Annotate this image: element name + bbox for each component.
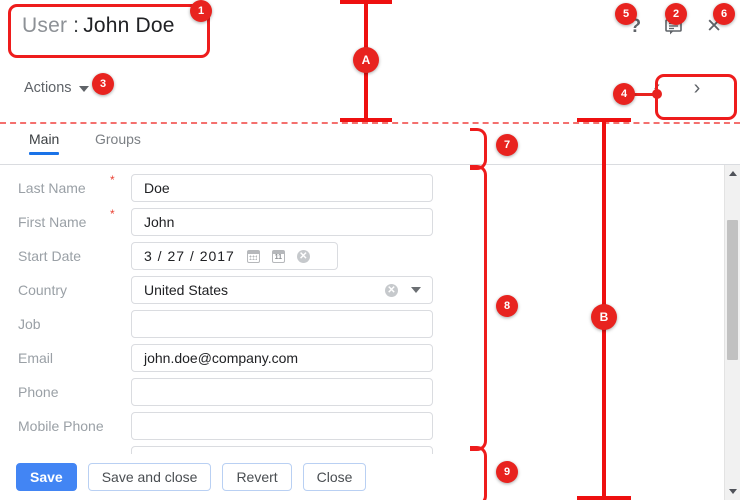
form-row-country: Country United States ✕ (0, 273, 724, 307)
annotation-cap-b-top (577, 118, 631, 122)
mobile-phone-input[interactable] (131, 412, 433, 440)
comment-icon-svg (665, 18, 682, 34)
field-label-first-name: First Name (18, 214, 87, 230)
form-scrollbar[interactable] (724, 165, 740, 500)
start-date-value: 3 / 27 / 2017 (144, 248, 235, 264)
record-navigation-group: ‹ › (636, 74, 718, 102)
close-icon[interactable]: ✕ (706, 17, 722, 36)
chevron-down-icon (78, 86, 89, 92)
calendar-icon-grid (249, 255, 258, 260)
clear-start-date-icon[interactable]: ✕ (296, 249, 310, 263)
field-label-job: Job (18, 316, 41, 332)
header-icon-group: ? ✕ (629, 17, 722, 36)
form-row-email: Email john.doe@company.com (0, 341, 724, 375)
first-name-input[interactable]: John (131, 208, 433, 236)
chevron-down-icon[interactable] (411, 287, 421, 293)
form-row-first-name: First Name * John (0, 205, 724, 239)
triangle-up-icon (728, 171, 737, 176)
page-title-separator: : (73, 14, 80, 37)
first-name-value: John (144, 214, 175, 230)
tab-main[interactable]: Main (29, 131, 60, 155)
calendar-day-number: 11 (274, 254, 283, 261)
form-row-mobile-phone: Mobile Phone (0, 409, 724, 443)
calendar-day-icon[interactable]: 11 (271, 249, 285, 263)
page-title-value: John Doe (83, 14, 175, 37)
tab-bar: Main Groups (0, 131, 740, 164)
field-label-country: Country (18, 282, 68, 298)
user-detail-window: User: John Doe ? ✕ Actions ‹ › Main Grou… (0, 0, 740, 500)
actions-dropdown-label: Actions (24, 80, 72, 96)
revert-button[interactable]: Revert (222, 463, 292, 491)
window-header: User: John Doe ? ✕ (0, 0, 740, 60)
form-row-last-name: Last Name * Doe (0, 171, 724, 205)
job-input[interactable] (131, 310, 433, 338)
form-action-bar: Save Save and close Revert Close (0, 454, 724, 500)
field-label-last-name: Last Name (18, 180, 86, 196)
form-row-phone: Phone (0, 375, 724, 409)
scroll-down-button[interactable] (725, 483, 740, 500)
annotation-cap-a-bottom (340, 118, 392, 122)
scroll-up-button[interactable] (725, 165, 740, 182)
save-and-close-button[interactable]: Save and close (87, 463, 212, 491)
annotation-dashed-line (0, 122, 740, 124)
previous-record-button[interactable]: ‹ (646, 78, 668, 98)
start-date-input[interactable]: 3 / 27 / 2017 11 ✕ (131, 242, 338, 270)
calendar-icon[interactable] (246, 249, 260, 263)
next-record-button[interactable]: › (686, 78, 708, 98)
triangle-down-icon (728, 489, 737, 494)
comment-icon[interactable] (665, 18, 682, 35)
field-label-mobile-phone: Mobile Phone (18, 418, 104, 434)
close-button[interactable]: Close (302, 463, 367, 491)
email-value: john.doe@company.com (144, 350, 299, 366)
required-marker-first-name: * (110, 207, 115, 221)
page-title: User: John Doe (22, 14, 175, 38)
clear-country-icon[interactable]: ✕ (385, 283, 398, 297)
field-label-start-date: Start Date (18, 248, 82, 264)
phone-input[interactable] (131, 378, 433, 406)
email-input[interactable]: john.doe@company.com (131, 344, 433, 372)
page-title-label: User (22, 14, 68, 37)
tab-groups[interactable]: Groups (95, 131, 141, 155)
field-label-email: Email (18, 350, 54, 366)
form-row-job: Job (0, 307, 724, 341)
last-name-value: Doe (144, 180, 170, 196)
save-button[interactable]: Save (16, 463, 77, 491)
last-name-input[interactable]: Doe (131, 174, 433, 202)
form-panel: Last Name * Doe First Name * John Start … (0, 165, 724, 500)
form-row-start-date: Start Date 3 / 27 / 2017 11 ✕ (0, 239, 724, 273)
required-marker-last-name: * (110, 173, 115, 187)
actions-toolbar: Actions ‹ › (0, 76, 740, 116)
actions-dropdown-button[interactable]: Actions (24, 80, 89, 96)
country-select-controls: ✕ (385, 283, 432, 297)
field-label-phone: Phone (18, 384, 59, 400)
scrollbar-thumb[interactable] (727, 220, 738, 360)
help-icon[interactable]: ? (629, 17, 641, 36)
start-date-icon-group: 11 ✕ (246, 249, 310, 263)
country-select[interactable]: United States ✕ (131, 276, 433, 304)
country-value: United States (144, 282, 229, 298)
